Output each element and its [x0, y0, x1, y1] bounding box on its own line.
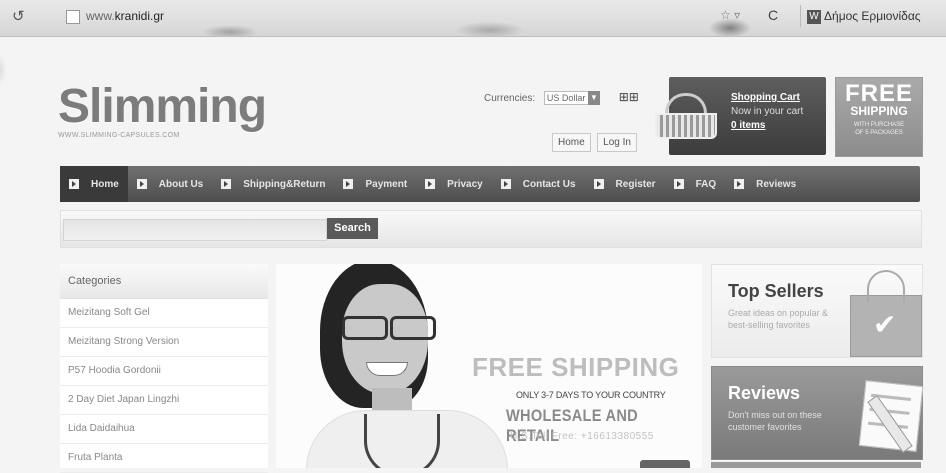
arrow-square-icon	[343, 179, 354, 189]
browser-toolbar: ↺ www.kranidi.gr ☆ ▿ C W Δήμος Ερμιονίδας	[0, 0, 946, 37]
currency-selector: Currencies: US Dollar ▼ ⊞⊞	[484, 90, 639, 105]
free-label: FREE	[844, 80, 913, 107]
arrow-square-icon	[673, 179, 684, 189]
nav-item-payment[interactable]: Payment	[334, 166, 416, 202]
arrow-square-icon	[69, 179, 79, 189]
search-button[interactable]: Search	[327, 218, 378, 239]
nav-label: FAQ	[695, 178, 717, 190]
chevron-down-icon: ▼	[587, 91, 600, 105]
login-link[interactable]: Log In	[597, 133, 637, 152]
currency-select[interactable]: US Dollar ▼	[543, 91, 600, 105]
cart-title[interactable]: Shopping Cart	[731, 91, 803, 105]
nav-item-reviews[interactable]: Reviews	[725, 166, 805, 202]
banner-phone: U.S.Toll Free: +16613380555	[510, 431, 654, 442]
nav-item-privacy[interactable]: Privacy	[416, 166, 492, 202]
category-item[interactable]: Meizitang Strong Version	[60, 328, 268, 357]
nav-item-about-us[interactable]: About Us	[128, 166, 212, 202]
promo-banner[interactable]: FREE SHIPPING ONLY 3-7 DAYS TO YOUR COUN…	[276, 264, 702, 468]
checkmark-icon: ✔	[873, 309, 897, 340]
site-logo[interactable]: Slimming WWW.SLIMMING-CAPSULES.COM	[58, 80, 267, 140]
cart-items-link[interactable]: 0 items	[731, 119, 803, 133]
category-item[interactable]: Meizitang Soft Gel	[60, 299, 268, 328]
nav-label: Register	[615, 178, 656, 190]
free-shipping-badge: FREE SHIPPING WITH PURCHASE OF 5 PACKAGE…	[835, 77, 923, 157]
nav-label: Payment	[365, 178, 408, 190]
category-item[interactable]: Lida Daidaihua	[60, 415, 268, 444]
arrow-square-icon	[500, 179, 511, 189]
nav-label: Home	[91, 178, 119, 190]
reviews-box[interactable]: Reviews Don't miss out on these customer…	[711, 366, 924, 460]
nav-label: Shipping&Return	[243, 178, 326, 190]
nav-item-contact-us[interactable]: Contact Us	[492, 166, 585, 202]
page-decoration	[0, 40, 14, 100]
glasses-icon	[334, 316, 438, 340]
main-navigation: Home About Us Shipping&Return Payment Pr…	[60, 166, 920, 202]
product-box	[640, 460, 690, 468]
back-arrow-icon[interactable]: ↺	[12, 7, 25, 25]
arrow-square-icon	[734, 179, 745, 189]
nav-item-shipping-return[interactable]: Shipping&Return	[212, 166, 334, 202]
arrow-square-icon	[425, 179, 436, 189]
category-item[interactable]: 2 Day Diet Japan Lingzhi	[60, 386, 268, 415]
browser-search-box[interactable]: W Δήμος Ερμιονίδας	[800, 5, 935, 27]
nav-label: Reviews	[756, 178, 797, 190]
flag-icon[interactable]: ⊞⊞	[619, 90, 639, 104]
nav-item-home[interactable]: Home	[60, 166, 128, 202]
arrow-square-icon	[136, 179, 147, 189]
banner-headline: FREE SHIPPING	[472, 352, 680, 382]
url-prefix: www.	[86, 9, 115, 23]
categories-heading: Categories	[60, 264, 268, 299]
search-engine-icon[interactable]: W	[807, 9, 821, 24]
address-bar[interactable]: www.kranidi.gr	[64, 7, 296, 25]
divider	[711, 462, 921, 468]
nav-label: Privacy	[447, 178, 483, 190]
page-icon	[66, 10, 80, 24]
arrow-square-icon	[593, 179, 604, 189]
home-link[interactable]: Home	[552, 133, 591, 152]
currency-value: US Dollar	[546, 93, 586, 103]
logo-subtext: WWW.SLIMMING-CAPSULES.COM	[58, 132, 180, 139]
currencies-label: Currencies:	[484, 93, 536, 104]
search-bar: Search	[60, 210, 922, 248]
search-input[interactable]	[63, 219, 327, 241]
top-sellers-title: Top Sellers	[728, 281, 824, 301]
reviews-title: Reviews	[728, 383, 801, 403]
logo-text: Slimming	[58, 80, 267, 133]
arrow-square-icon	[221, 179, 232, 189]
browser-search-text: Δήμος Ερμιονίδας	[824, 9, 921, 23]
basket-icon	[655, 93, 717, 139]
bookmark-star-icon[interactable]: ☆ ▿	[720, 8, 740, 22]
reviews-description: Don't miss out on these customer favorit…	[728, 410, 822, 432]
nav-label: About Us	[158, 178, 204, 190]
top-sellers-box[interactable]: Top Sellers Great ideas on popular & bes…	[711, 264, 923, 358]
shopping-cart-box[interactable]: Shopping Cart Now in your cart 0 items	[655, 77, 826, 155]
free-condition-1: WITH PURCHASE	[853, 122, 905, 128]
category-item[interactable]: P57 Hoodia Gordonii	[60, 357, 268, 386]
stethoscope-icon	[364, 414, 440, 468]
nav-item-faq[interactable]: FAQ	[665, 166, 726, 202]
free-condition-2: OF 5 PACKAGES	[855, 130, 903, 136]
account-links: Home Log In	[552, 132, 639, 152]
categories-sidebar: Categories Meizitang Soft Gel Meizitang …	[60, 264, 268, 473]
nav-label: Contact Us	[522, 178, 576, 190]
cart-subtitle: Now in your cart	[731, 106, 804, 117]
nav-item-register[interactable]: Register	[585, 166, 665, 202]
category-item[interactable]: Fruta Planta	[60, 444, 268, 473]
top-sellers-description: Great ideas on popular & best-selling fa…	[728, 308, 829, 330]
shopping-bag-icon: ✔	[850, 270, 922, 357]
url-host: kranidi.gr	[114, 9, 165, 23]
reload-icon[interactable]: C	[768, 7, 778, 23]
doctor-photo	[306, 264, 508, 468]
banner-delivery-text: ONLY 3-7 DAYS TO YOUR COUNTRY	[516, 390, 666, 400]
